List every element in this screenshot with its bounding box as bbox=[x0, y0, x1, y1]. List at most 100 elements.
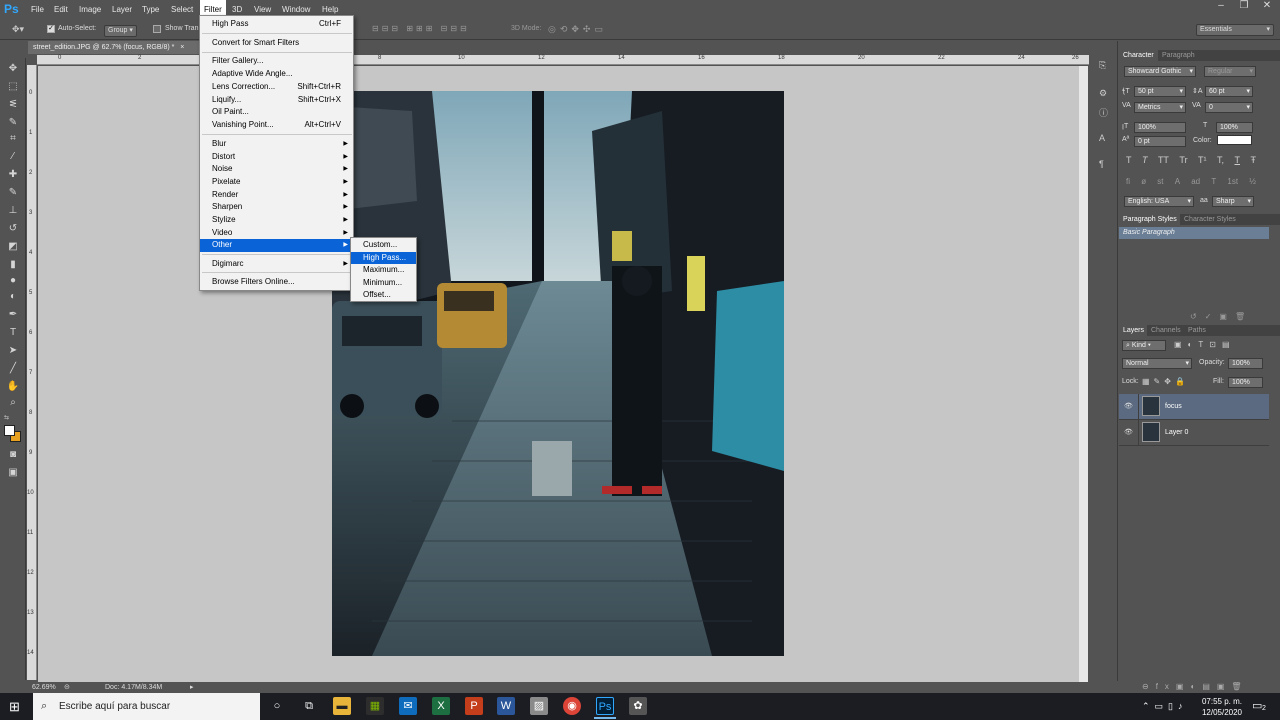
menu-item-filter-gallery[interactable]: Filter Gallery... bbox=[200, 55, 353, 68]
marquee-tool[interactable]: ⬚ bbox=[5, 80, 21, 94]
stamp-tool[interactable]: ⊥ bbox=[5, 204, 21, 218]
vertical-scale-field[interactable]: 100% bbox=[1134, 122, 1186, 133]
ordinals-button[interactable]: 1st bbox=[1227, 177, 1238, 186]
underline-button[interactable]: T bbox=[1235, 155, 1241, 165]
pen-tool[interactable]: ✒ bbox=[5, 308, 21, 322]
menu-item-sharpen[interactable]: Sharpen ▶ bbox=[200, 201, 353, 214]
leading-field[interactable]: 60 pt ▾ bbox=[1205, 86, 1253, 97]
document-tab[interactable]: street_edition.JPG @ 62.7% (focus, RGB/8… bbox=[28, 41, 208, 54]
menu-file[interactable]: File bbox=[27, 0, 48, 19]
layer-filter-icons[interactable]: ▣◐T⊡▤ bbox=[1174, 340, 1236, 349]
menu-item-pixelate[interactable]: Pixelate ▶ bbox=[200, 176, 353, 189]
brush-tool[interactable]: ✎ bbox=[5, 186, 21, 200]
text-color-swatch[interactable] bbox=[1217, 135, 1252, 145]
visibility-eye-icon[interactable]: 👁 bbox=[1124, 428, 1133, 436]
visibility-eye-icon[interactable]: 👁 bbox=[1124, 402, 1133, 410]
start-windows-icon[interactable]: ⊞ bbox=[9, 699, 20, 715]
file-explorer-icon[interactable]: ▬ bbox=[333, 697, 351, 715]
menu-item-adaptive-wide-angle[interactable]: Adaptive Wide Angle... bbox=[200, 68, 353, 81]
menu-item-digimarc[interactable]: Digimarc ▶ bbox=[200, 258, 353, 271]
language-dropdown[interactable]: English: USA ▾ bbox=[1124, 196, 1194, 207]
screen-mode-icon[interactable]: ▣ bbox=[5, 466, 21, 480]
opacity-field[interactable]: 100% bbox=[1228, 358, 1263, 369]
tab-channels[interactable]: Channels bbox=[1147, 325, 1185, 336]
vertical-scrollbar[interactable] bbox=[1079, 66, 1088, 682]
submenu-item-high-pass[interactable]: High Pass... bbox=[351, 251, 416, 265]
layer-name[interactable]: focus bbox=[1165, 403, 1182, 410]
app-icon[interactable]: ▨ bbox=[530, 697, 548, 715]
layer-actions[interactable]: ⊖fx▣◐▤▣🗑 bbox=[1142, 682, 1249, 691]
move-tool[interactable]: ✥ bbox=[5, 62, 21, 76]
submenu-item-minimum[interactable]: Minimum... bbox=[351, 277, 416, 290]
tracking-field[interactable]: 0 ▾ bbox=[1205, 102, 1253, 113]
submenu-item-custom[interactable]: Custom... bbox=[351, 239, 416, 252]
submenu-item-offset[interactable]: Offset... bbox=[351, 289, 416, 302]
menu-item-stylize[interactable]: Stylize ▶ bbox=[200, 214, 353, 227]
clock-date[interactable]: 12/05/2020 bbox=[1198, 708, 1242, 717]
close-button[interactable]: ✕ bbox=[1256, 0, 1278, 14]
tab-paths[interactable]: Paths bbox=[1184, 325, 1210, 336]
zoom-tool[interactable]: ⌕ bbox=[5, 396, 21, 410]
superscript-button[interactable]: T¹ bbox=[1198, 155, 1207, 165]
tab-character-styles[interactable]: Character Styles bbox=[1180, 214, 1240, 225]
menu-item-last-filter[interactable]: High Pass Ctrl+F bbox=[200, 18, 353, 31]
font-style-dropdown[interactable]: Regular ▾ bbox=[1204, 66, 1256, 77]
font-size-field[interactable]: 50 pt ▾ bbox=[1134, 86, 1186, 97]
info-icon[interactable]: ⓘ bbox=[1099, 106, 1108, 119]
menu-item-lens-correction[interactable]: Lens Correction... Shift+Ctrl+R bbox=[200, 81, 353, 94]
swap-colors-icon[interactable]: ⇆ bbox=[4, 414, 9, 421]
photoshop-taskbar-icon[interactable]: Ps bbox=[596, 697, 614, 715]
type-tool[interactable]: T bbox=[5, 326, 21, 340]
tab-character[interactable]: Character bbox=[1119, 50, 1158, 61]
small-caps-button[interactable]: Tr bbox=[1179, 155, 1187, 165]
document-tab-close[interactable]: × bbox=[180, 44, 184, 51]
cortana-icon[interactable]: ○ bbox=[268, 697, 286, 715]
lock-icons[interactable]: ▦✎✥🔒 bbox=[1142, 377, 1189, 386]
healing-tool[interactable]: ✚ bbox=[5, 168, 21, 182]
swash-button[interactable]: A bbox=[1175, 177, 1180, 186]
tray-icons[interactable]: ⌃▭▯♪ bbox=[1142, 701, 1188, 712]
menu-item-noise[interactable]: Noise ▶ bbox=[200, 163, 353, 176]
task-view-icon[interactable]: ⧉ bbox=[300, 697, 318, 715]
horizontal-scale-field[interactable]: 100% bbox=[1216, 122, 1253, 133]
path-select-tool[interactable]: ➤ bbox=[5, 344, 21, 358]
menu-item-render[interactable]: Render ▶ bbox=[200, 189, 353, 202]
status-arrow-icon[interactable]: ▸ bbox=[190, 682, 194, 693]
store-icon[interactable]: ▦ bbox=[366, 697, 384, 715]
hand-tool[interactable]: ✋ bbox=[5, 380, 21, 394]
kerning-field[interactable]: Metrics ▾ bbox=[1134, 102, 1186, 113]
menu-image[interactable]: Image bbox=[75, 0, 105, 19]
eraser-tool[interactable]: ◩ bbox=[5, 240, 21, 254]
lasso-tool[interactable]: ᓬ bbox=[5, 98, 21, 112]
shape-tool[interactable]: ╱ bbox=[5, 362, 21, 376]
all-caps-button[interactable]: TT bbox=[1158, 155, 1169, 165]
auto-select-checkbox[interactable]: ✓ bbox=[47, 25, 55, 33]
menu-item-vanishing-point[interactable]: Vanishing Point... Alt+Ctrl+V bbox=[200, 119, 353, 132]
old-style-button[interactable]: ø bbox=[1141, 177, 1146, 186]
history-brush-tool[interactable]: ↺ bbox=[5, 222, 21, 236]
powerpoint-icon[interactable]: P bbox=[465, 697, 483, 715]
document-image[interactable] bbox=[332, 91, 784, 656]
status-info-icon[interactable]: ⊝ bbox=[64, 682, 70, 693]
menu-edit[interactable]: Edit bbox=[50, 0, 72, 19]
font-family-dropdown[interactable]: Showcard Gothic ▾ bbox=[1124, 66, 1196, 77]
layer-row-focus[interactable]: 👁 focus bbox=[1119, 394, 1269, 420]
fill-field[interactable]: 100% bbox=[1228, 377, 1263, 388]
chrome-icon[interactable]: ◉ bbox=[563, 697, 581, 715]
word-icon[interactable]: W bbox=[497, 697, 515, 715]
antialias-dropdown[interactable]: Sharp ▾ bbox=[1212, 196, 1254, 207]
crop-tool[interactable]: ⌗ bbox=[5, 132, 21, 146]
tab-paragraph-styles[interactable]: Paragraph Styles bbox=[1119, 214, 1181, 225]
menu-layer[interactable]: Layer bbox=[108, 0, 136, 19]
menu-item-liquify[interactable]: Liquify... Shift+Ctrl+X bbox=[200, 94, 353, 107]
mail-icon[interactable]: ✉ bbox=[399, 697, 417, 715]
blend-mode-dropdown[interactable]: Normal ▾ bbox=[1122, 358, 1192, 369]
layer-kind-filter[interactable]: ⌕ Kind ▾ bbox=[1122, 340, 1166, 351]
faux-bold-button[interactable]: T bbox=[1126, 155, 1132, 165]
taskbar-search-input[interactable]: ⌕ Escribe aquí para buscar bbox=[33, 693, 260, 720]
show-transform-checkbox[interactable] bbox=[153, 25, 161, 33]
layer-name[interactable]: Layer 0 bbox=[1165, 429, 1188, 436]
menu-item-blur[interactable]: Blur ▶ bbox=[200, 138, 353, 151]
menu-item-convert-smart-filters[interactable]: Convert for Smart Filters bbox=[200, 37, 353, 50]
3d-mode-icons[interactable]: ◎⟲✥✣▭ bbox=[548, 24, 607, 35]
